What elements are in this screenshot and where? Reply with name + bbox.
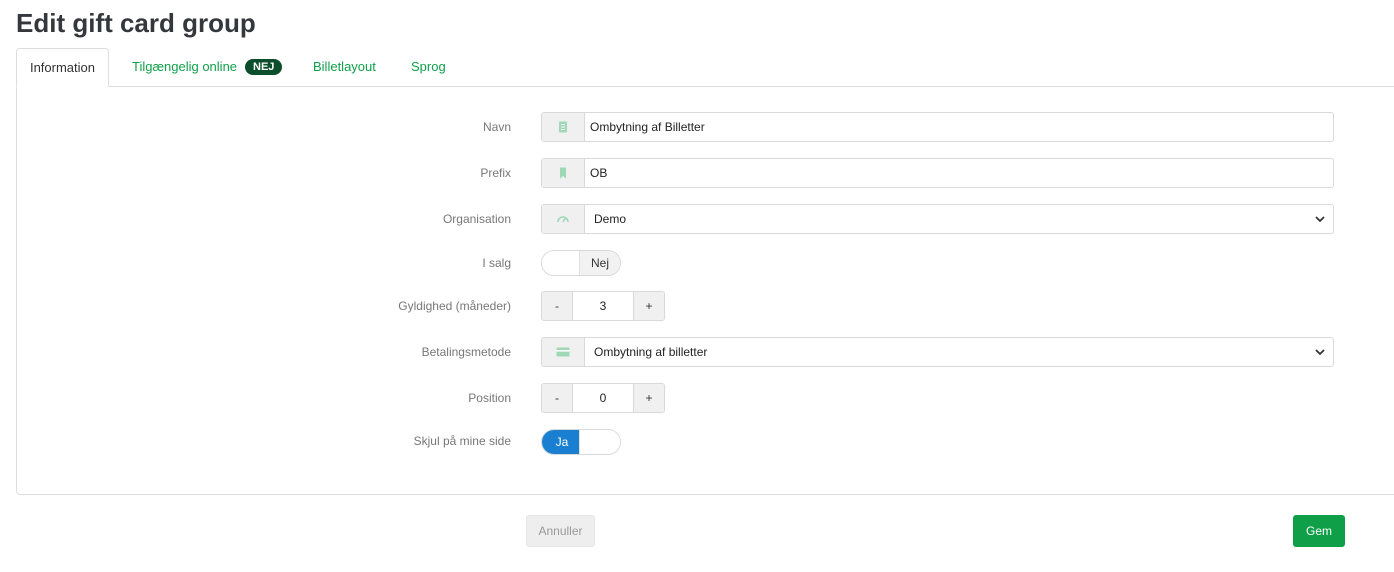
gyldighed-stepper: - 3 + bbox=[541, 291, 665, 321]
tab-label: Tilgængelig online bbox=[132, 59, 238, 74]
toggle-state-label: Ja bbox=[542, 430, 582, 454]
bookmark-icon bbox=[542, 159, 585, 187]
skjul-toggle[interactable]: Ja bbox=[541, 429, 621, 455]
save-button[interactable]: Gem bbox=[1293, 515, 1345, 547]
credit-card-icon bbox=[542, 338, 585, 366]
position-label: Position bbox=[468, 391, 511, 405]
prefix-value: OB bbox=[590, 166, 608, 180]
gyldighed-input[interactable]: 3 bbox=[573, 292, 633, 320]
position-increment-button[interactable]: + bbox=[633, 384, 664, 412]
navn-value: Ombytning af Billetter bbox=[590, 120, 705, 134]
gauge-icon bbox=[542, 205, 585, 233]
chevron-down-icon bbox=[1315, 216, 1325, 223]
position-decrement-button[interactable]: - bbox=[542, 384, 573, 412]
toggle-knob bbox=[542, 251, 582, 275]
tab-information[interactable]: Information bbox=[16, 48, 109, 87]
document-icon bbox=[542, 113, 585, 141]
skjul-label: Skjul på mine side bbox=[413, 434, 511, 448]
betalingsmetode-label: Betalingsmetode bbox=[421, 345, 511, 359]
i-salg-toggle[interactable]: Nej bbox=[541, 250, 621, 276]
tab-billetlayout[interactable]: Billetlayout bbox=[313, 48, 376, 86]
tab-tilgaengelig-online[interactable]: Tilgængelig online NEJ bbox=[132, 48, 283, 86]
organisation-label: Organisation bbox=[442, 212, 511, 226]
navn-label: Navn bbox=[482, 120, 511, 134]
i-salg-label: I salg bbox=[482, 256, 511, 270]
prefix-field[interactable]: OB bbox=[541, 158, 1334, 188]
online-status-badge: NEJ bbox=[245, 59, 283, 75]
organisation-value: Demo bbox=[594, 212, 627, 226]
form-panel bbox=[16, 86, 1394, 495]
position-input[interactable]: 0 bbox=[573, 384, 633, 412]
gyldighed-label: Gyldighed (måneder) bbox=[398, 299, 511, 313]
gyldighed-increment-button[interactable]: + bbox=[633, 292, 664, 320]
chevron-down-icon bbox=[1315, 349, 1325, 356]
betalingsmetode-value: Ombytning af billetter bbox=[594, 345, 708, 359]
position-stepper: - 0 + bbox=[541, 383, 665, 413]
tab-sprog[interactable]: Sprog bbox=[411, 48, 446, 86]
cancel-button[interactable]: Annuller bbox=[526, 515, 595, 547]
toggle-state-label: Nej bbox=[579, 251, 620, 275]
navn-field[interactable]: Ombytning af Billetter bbox=[541, 112, 1334, 142]
gyldighed-decrement-button[interactable]: - bbox=[542, 292, 573, 320]
prefix-label: Prefix bbox=[480, 166, 511, 180]
toggle-knob bbox=[579, 430, 620, 454]
organisation-select[interactable]: Demo bbox=[541, 204, 1334, 234]
page-title: Edit gift card group bbox=[16, 8, 256, 38]
betalingsmetode-select[interactable]: Ombytning af billetter bbox=[541, 337, 1334, 367]
